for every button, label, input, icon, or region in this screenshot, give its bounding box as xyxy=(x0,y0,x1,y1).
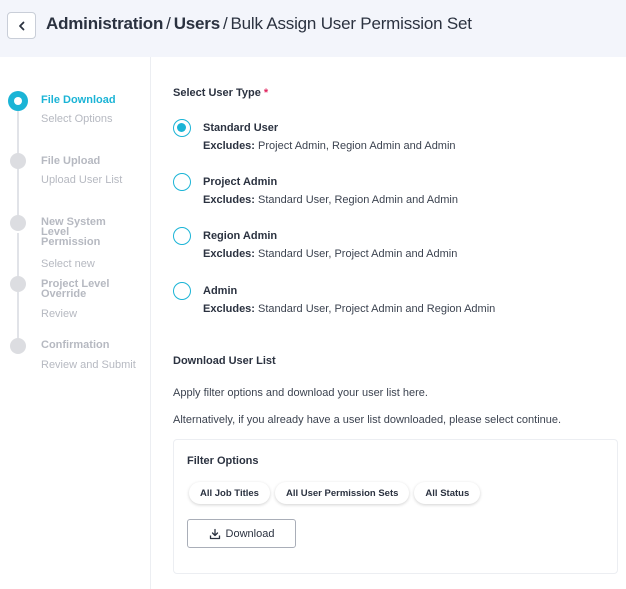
step-title-file-upload: File Upload xyxy=(41,155,101,167)
user-type-option-standard-user[interactable]: Standard User Excludes: Project Admin, R… xyxy=(173,119,593,155)
download-section-title: Download User List xyxy=(173,355,276,367)
radio-admin[interactable] xyxy=(173,282,191,300)
option-title: Standard User xyxy=(203,122,279,134)
filter-options-panel: Filter Options All Job Titles All User P… xyxy=(173,439,618,574)
step-dot-project-level-override xyxy=(10,276,26,292)
filter-options-title: Filter Options xyxy=(187,455,259,467)
step-subtitle-new-system-level-permission: Select new xyxy=(41,258,95,270)
user-type-label-text: Select User Type xyxy=(173,87,261,99)
user-type-label: Select User Type * xyxy=(173,87,268,99)
download-icon xyxy=(209,528,220,539)
page-header: Administration / Users / Bulk Assign User Pe… xyxy=(0,0,626,57)
step-title-file-download[interactable]: File Download xyxy=(41,94,131,107)
breadcrumb: Administration / Users / Bulk Assign User Pe… xyxy=(46,14,472,34)
download-alternative-text: Alternatively, if you already have a use… xyxy=(173,414,562,426)
step-subtitle-file-upload: Upload User List xyxy=(41,174,123,186)
option-excludes: Excludes: Standard User, Project Admin a… xyxy=(203,303,495,315)
radio-region-admin[interactable] xyxy=(173,227,191,245)
user-type-option-region-admin[interactable]: Region Admin Excludes: Standard User, Pr… xyxy=(173,227,593,263)
excludes-text: Project Admin, Region Admin and Admin xyxy=(258,140,456,152)
step-subtitle-confirmation: Review and Submit xyxy=(41,359,136,371)
step-title-confirmation: Confirmation xyxy=(41,339,110,351)
excludes-label: Excludes: xyxy=(203,303,255,315)
filter-chips: All Job Titles All User Permission Sets … xyxy=(189,482,481,504)
download-button[interactable]: Download xyxy=(187,519,296,548)
filter-chip-permission-sets[interactable]: All User Permission Sets xyxy=(274,482,410,504)
user-type-option-project-admin[interactable]: Project Admin Excludes: Standard User, R… xyxy=(173,173,593,209)
option-title: Admin xyxy=(203,285,238,297)
excludes-text: Standard User, Region Admin and Admin xyxy=(258,194,458,206)
excludes-text: Standard User, Project Admin and Region … xyxy=(258,303,496,315)
step-subtitle-file-download: Select Options xyxy=(41,113,113,125)
required-mark: * xyxy=(263,87,269,99)
chevron-left-icon xyxy=(18,21,24,30)
user-type-option-admin[interactable]: Admin Excludes: Standard User, Project A… xyxy=(173,282,593,318)
breadcrumb-users[interactable]: Users xyxy=(174,14,220,33)
step-dot-new-system-level-permission xyxy=(10,215,26,231)
step-dot-file-upload xyxy=(10,153,26,169)
breadcrumb-separator: / xyxy=(222,14,228,33)
step-subtitle-project-level-override: Review xyxy=(41,308,78,320)
filter-chip-status[interactable]: All Status xyxy=(414,482,481,504)
option-excludes: Excludes: Standard User, Region Admin an… xyxy=(203,194,458,206)
stepper: File Download Select Options File Upload… xyxy=(0,57,151,589)
breadcrumb-separator: / xyxy=(166,14,171,33)
step-title-project-level-override: Project Level Override xyxy=(41,278,110,300)
radio-standard-user[interactable] xyxy=(173,119,191,137)
step-title-new-system-level-permission: New System Level Permission xyxy=(41,216,106,248)
download-button-label: Download xyxy=(225,527,275,540)
option-excludes: Excludes: Project Admin, Region Admin an… xyxy=(203,140,456,152)
excludes-label: Excludes: xyxy=(203,194,255,206)
download-instructions: Apply filter options and download your u… xyxy=(173,387,428,399)
radio-project-admin[interactable] xyxy=(173,173,191,191)
option-title: Project Admin xyxy=(203,176,278,188)
back-button[interactable] xyxy=(7,12,36,39)
step-dot-confirmation xyxy=(10,338,26,354)
step-dot-file-download xyxy=(8,91,28,111)
option-excludes: Excludes: Standard User, Project Admin a… xyxy=(203,248,457,260)
excludes-label: Excludes: xyxy=(203,140,255,152)
breadcrumb-administration[interactable]: Administration xyxy=(46,14,163,33)
page-title: Bulk Assign User Permission Set xyxy=(230,14,472,33)
filter-chip-job-titles[interactable]: All Job Titles xyxy=(189,482,270,504)
excludes-text: Standard User, Project Admin and Admin xyxy=(258,248,458,260)
option-title: Region Admin xyxy=(203,230,278,242)
excludes-label: Excludes: xyxy=(203,248,255,260)
